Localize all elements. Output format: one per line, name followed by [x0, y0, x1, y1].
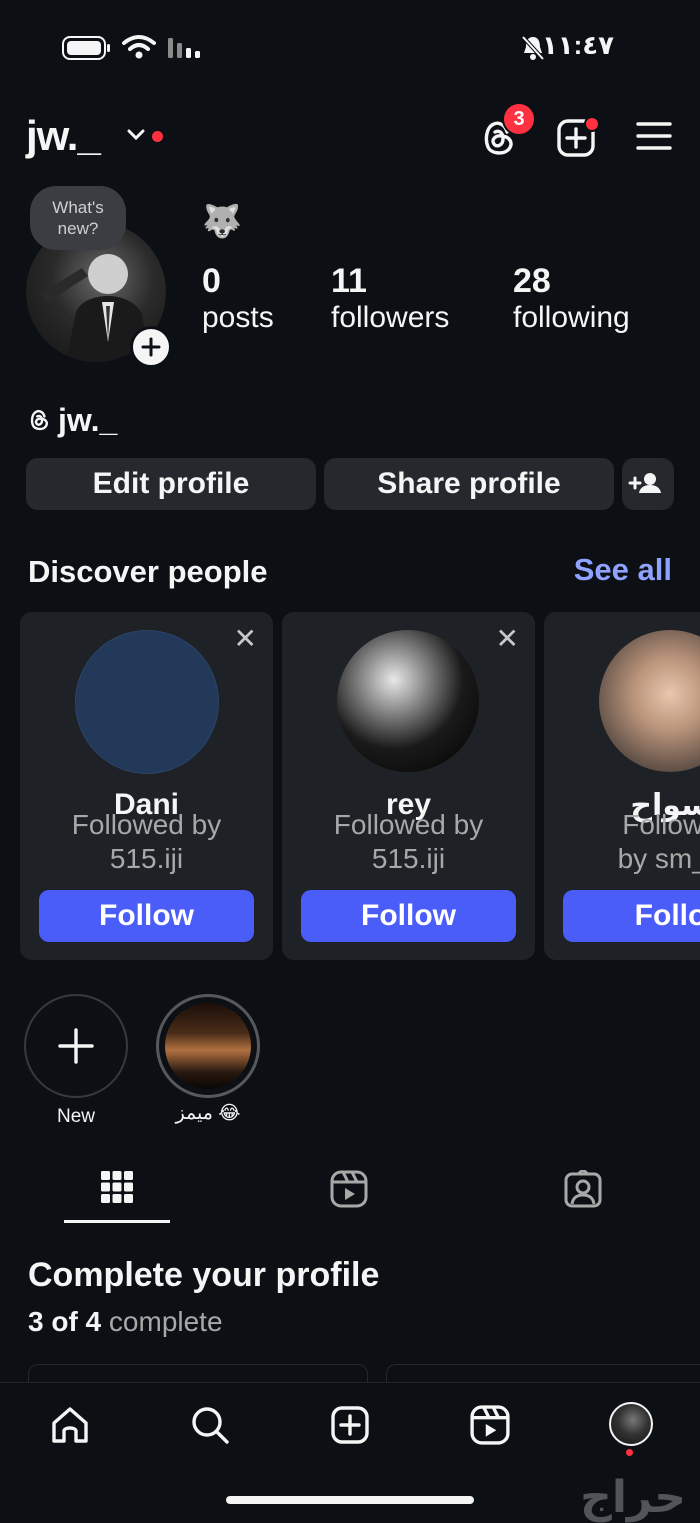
status-bar: ١١:٤٧ — [0, 0, 700, 90]
suggestion-card[interactable]: ✕ rey Followed by 515.iji Follow — [282, 612, 535, 960]
highlight-item[interactable]: ميمز 😂 — [156, 994, 260, 1125]
suggestion-context-line1: Followed by — [333, 809, 484, 840]
tagged-tab-icon[interactable] — [564, 1170, 602, 1208]
following-label: following — [513, 301, 630, 334]
suggestion-context: Followed by 515.iji — [20, 808, 273, 876]
edit-profile-button[interactable]: Edit profile — [26, 458, 316, 510]
profile-notification-dot — [626, 1449, 633, 1456]
account-notification-dot — [152, 131, 163, 142]
follow-button[interactable]: Follow — [301, 890, 516, 942]
profile-emoji: 🐺 — [202, 203, 242, 239]
watermark: حراج — [580, 1473, 686, 1522]
see-all-link[interactable]: See all — [574, 552, 672, 588]
suggestion-context-line1: Followed by — [71, 809, 222, 840]
progress-label: complete — [101, 1306, 223, 1337]
home-indicator — [226, 1496, 474, 1504]
follow-button[interactable]: Follow — [39, 890, 254, 942]
posts-label: posts — [202, 301, 274, 334]
new-highlight-circle — [24, 994, 128, 1098]
suggestion-card[interactable]: ✕ Dani Followed by 515.iji Follow — [20, 612, 273, 960]
threads-badge: 3 — [502, 102, 536, 136]
username-title: jw._ — [26, 112, 101, 159]
dismiss-icon[interactable]: ✕ — [234, 622, 257, 655]
signal-icon — [168, 38, 200, 58]
followers-count: 11 — [331, 262, 367, 300]
status-time: ١١:٤٧ — [541, 30, 614, 60]
highlight-label: ميمز 😂 — [175, 1103, 241, 1124]
complete-profile-title: Complete your profile — [28, 1256, 380, 1294]
reels-tab-icon[interactable] — [330, 1170, 368, 1208]
add-story-button[interactable] — [130, 326, 172, 368]
progress-count: 3 of 4 — [28, 1306, 102, 1337]
profile-tab-avatar[interactable] — [609, 1402, 653, 1446]
discover-people-title: Discover people — [28, 554, 268, 589]
grid-icon[interactable] — [100, 1170, 134, 1204]
share-profile-button[interactable]: Share profile — [324, 458, 614, 510]
threads-handle: jw._ — [58, 402, 118, 438]
suggestion-context-line2: 515.iji — [371, 843, 446, 874]
suggestion-context-line2: by sm_g — [617, 843, 700, 874]
search-icon[interactable] — [190, 1405, 230, 1445]
complete-profile-progress: 3 of 4 complete — [28, 1306, 223, 1338]
suggestion-context: Followe by sm_g — [544, 808, 700, 876]
suggestion-context: Followed by 515.iji — [282, 808, 535, 876]
home-icon[interactable] — [50, 1405, 90, 1445]
followers-stat[interactable]: 11 followers — [331, 262, 449, 335]
highlight-label: New — [56, 1106, 95, 1127]
posts-count: 0 — [202, 262, 221, 300]
posts-stat[interactable]: 0 posts — [202, 262, 274, 335]
highlight-thumbnail — [165, 1003, 251, 1089]
chevron-down-icon[interactable] — [126, 128, 146, 142]
suggestion-avatar[interactable] — [75, 630, 219, 774]
reels-icon[interactable] — [470, 1405, 510, 1445]
suggestion-avatar[interactable] — [599, 630, 700, 772]
new-highlight[interactable]: New — [24, 994, 128, 1128]
account-switcher[interactable]: jw._ — [26, 112, 101, 160]
new-post-icon[interactable] — [330, 1405, 370, 1445]
create-notification-dot — [584, 116, 600, 132]
following-stat[interactable]: 28 following — [513, 262, 630, 335]
highlight-cover — [156, 994, 260, 1098]
discover-people-toggle-button[interactable] — [622, 458, 674, 510]
add-person-icon — [628, 473, 661, 493]
whats-new-bubble[interactable]: What's new? — [30, 186, 126, 250]
wifi-icon — [122, 35, 156, 59]
suggestion-avatar[interactable] — [337, 630, 479, 772]
active-tab-indicator — [64, 1220, 170, 1223]
battery-icon — [62, 36, 110, 60]
menu-icon[interactable] — [636, 120, 672, 152]
suggestion-card[interactable]: سواح Followe by sm_g Follo — [544, 612, 700, 960]
threads-small-icon — [30, 409, 48, 431]
plus-icon — [58, 1028, 94, 1064]
suggestion-context-line2: 515.iji — [109, 843, 184, 874]
plus-icon — [141, 337, 161, 357]
suggestion-context-line1: Followe — [622, 809, 700, 840]
follow-button[interactable]: Follo — [563, 890, 700, 942]
dismiss-icon[interactable]: ✕ — [496, 622, 519, 655]
followers-label: followers — [331, 301, 450, 334]
following-count: 28 — [513, 262, 551, 300]
